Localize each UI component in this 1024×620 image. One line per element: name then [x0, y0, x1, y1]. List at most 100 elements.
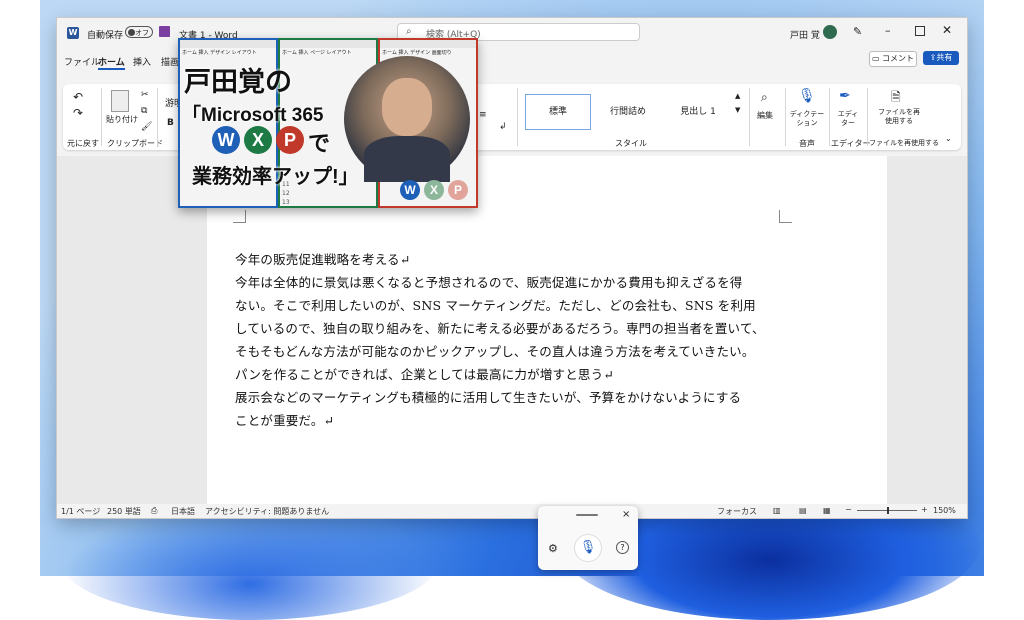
accessibility-status[interactable]: アクセシビリティ: 問題ありません: [205, 506, 329, 517]
focus-button[interactable]: フォーカス: [717, 506, 757, 517]
undo-icon[interactable]: ↶: [73, 90, 83, 104]
paste-icon[interactable]: [111, 90, 129, 112]
photo-jacket: [364, 136, 450, 182]
author-photo: [344, 56, 470, 182]
microphone-icon[interactable]: 🎙: [574, 534, 602, 562]
editor-label[interactable]: エディター: [835, 110, 861, 128]
margin-marker: [233, 210, 246, 223]
divider: [517, 88, 518, 146]
banner-title-line2: 「Microsoft 365: [182, 105, 324, 126]
document-page[interactable]: 今年の販売促進戦略を考える↵ 今年は全体的に景気は悪くなると予想されるので、販売…: [207, 156, 887, 510]
article-banner: ホーム 挿入 デザイン レイアウト ホーム 挿入 ページ レイアウト 11 12 1…: [178, 38, 478, 208]
excel-logo-icon: X: [244, 126, 272, 154]
zoom-level[interactable]: 150%: [933, 506, 956, 515]
tab-home[interactable]: ホーム: [98, 55, 125, 70]
user-name: 戸田 覚: [790, 31, 820, 41]
style-heading1[interactable]: 見出し 1: [665, 94, 731, 130]
scrollbar[interactable]: [887, 156, 897, 504]
chevron-up-icon[interactable]: ▲: [735, 92, 740, 100]
zoom-slider-thumb[interactable]: [887, 507, 889, 514]
doc-line: 今年は全体的に景気は悪くなると予想されるので、販売促進にかかる費用も抑えざるを得: [235, 275, 743, 290]
edit-label[interactable]: 編集: [757, 110, 773, 121]
toggle-knob: [128, 29, 135, 36]
divider: [867, 88, 868, 146]
word-logo-icon: W: [400, 180, 420, 200]
drag-handle[interactable]: [576, 514, 598, 516]
powerpoint-logo-icon: P: [276, 126, 304, 154]
clipboard-group-label: クリップボード: [107, 139, 163, 148]
editor-group-label: エディター: [831, 139, 871, 148]
maximize-icon[interactable]: [915, 26, 925, 36]
comment-label: コメント: [882, 54, 915, 63]
chevron-down-icon[interactable]: ▼: [735, 106, 740, 114]
photo-face: [382, 78, 432, 136]
paste-label[interactable]: 貼り付け: [106, 114, 138, 125]
margin-marker: [779, 210, 792, 223]
tab-insert[interactable]: 挿入: [133, 55, 151, 68]
paragraph-mark-icon[interactable]: ↲: [499, 122, 507, 132]
mini-tabs: ホーム 挿入 デザイン レイアウト: [182, 50, 257, 56]
read-mode-icon[interactable]: ▥: [773, 506, 781, 515]
mini-titlebar: [280, 40, 376, 48]
divider: [785, 88, 786, 146]
undo-group-label: 元に戻す: [67, 139, 99, 148]
editor-icon[interactable]: ✒: [839, 88, 851, 104]
print-layout-icon[interactable]: ▤: [799, 506, 807, 515]
avatar[interactable]: [823, 25, 837, 39]
document-body[interactable]: 今年の販売促進戦略を考える↵ 今年は全体的に景気は悪くなると予想されるので、販売…: [235, 248, 795, 432]
mini-titlebar: [380, 40, 476, 48]
mini-titlebar: [180, 40, 276, 48]
close-icon[interactable]: ✕: [942, 23, 952, 37]
divider: [829, 88, 830, 146]
bold-button[interactable]: B: [167, 118, 174, 128]
voice-group-label: 音声: [799, 139, 815, 148]
collapse-ribbon-icon[interactable]: ⌄: [945, 134, 952, 143]
status-bar: 1/1 ページ 250 単語 ⎙ 日本語 アクセシビリティ: 問題ありません フ…: [57, 504, 967, 518]
doc-line: ない。そこで利用したいのが、SNS マーケティングだ。ただし、どの会社も、SNS…: [235, 298, 756, 313]
dictate-label[interactable]: ディクテーション: [789, 110, 825, 128]
share-button[interactable]: ⇪共有: [923, 51, 959, 65]
divider: [157, 88, 158, 146]
reuse-group-label: ファイルを再使用する: [869, 139, 939, 147]
cut-icon[interactable]: ✂: [141, 90, 149, 100]
redo-icon[interactable]: ↷: [73, 106, 83, 120]
tab-file[interactable]: ファイル: [64, 55, 100, 68]
mini-tabs: ホーム 挿入 ページ レイアウト: [282, 50, 352, 56]
close-icon[interactable]: ×: [622, 509, 630, 520]
find-icon[interactable]: ⌕: [761, 90, 768, 105]
word-count[interactable]: 250 単語: [107, 506, 141, 517]
style-no-spacing[interactable]: 行間詰め: [595, 94, 661, 130]
autosave-label: 自動保存: [87, 31, 124, 41]
zoom-slider[interactable]: [857, 507, 917, 514]
pen-icon[interactable]: ✎: [853, 25, 862, 38]
comment-button[interactable]: ▭ コメント: [869, 51, 917, 67]
format-painter-icon[interactable]: 🖌: [141, 122, 152, 132]
autosave-state: オフ: [135, 29, 149, 37]
language[interactable]: 日本語: [171, 506, 195, 517]
save-icon[interactable]: [159, 26, 170, 37]
minimize-icon[interactable]: –: [885, 24, 891, 37]
mini-tabs: ホーム 挿入 デザイン 画面切り: [382, 50, 452, 56]
web-layout-icon[interactable]: ▦: [823, 506, 831, 515]
wallpaper-bloom: [60, 500, 440, 620]
help-icon[interactable]: ?: [616, 541, 629, 554]
zoom-out-icon[interactable]: −: [845, 505, 852, 514]
doc-line: 今年の販売促進戦略を考える↵: [235, 252, 411, 267]
dictation-toolbar: × ⚙ 🎙 ?: [538, 506, 638, 570]
autosave-toggle[interactable]: オフ: [125, 26, 153, 38]
line-spacing-icon[interactable]: ≡: [479, 110, 487, 120]
microphone-icon[interactable]: 🎙: [798, 88, 816, 104]
doc-line: ことが重要だ。↵: [235, 413, 335, 428]
reuse-file-icon[interactable]: 🗎: [891, 88, 901, 109]
copy-icon[interactable]: ⧉: [141, 106, 147, 116]
proofing-icon[interactable]: ⎙: [151, 506, 157, 516]
banner-title-line4: 業務効率アップ!」: [192, 166, 359, 188]
zoom-in-icon[interactable]: +: [921, 505, 928, 514]
reuse-file-label[interactable]: ファイルを再使用する: [875, 108, 923, 126]
style-normal[interactable]: 標準: [525, 94, 591, 130]
divider: [749, 88, 750, 146]
comment-icon: ▭: [871, 54, 883, 63]
tab-draw[interactable]: 描画: [161, 55, 179, 68]
settings-icon[interactable]: ⚙: [548, 542, 558, 555]
divider: [101, 88, 102, 146]
